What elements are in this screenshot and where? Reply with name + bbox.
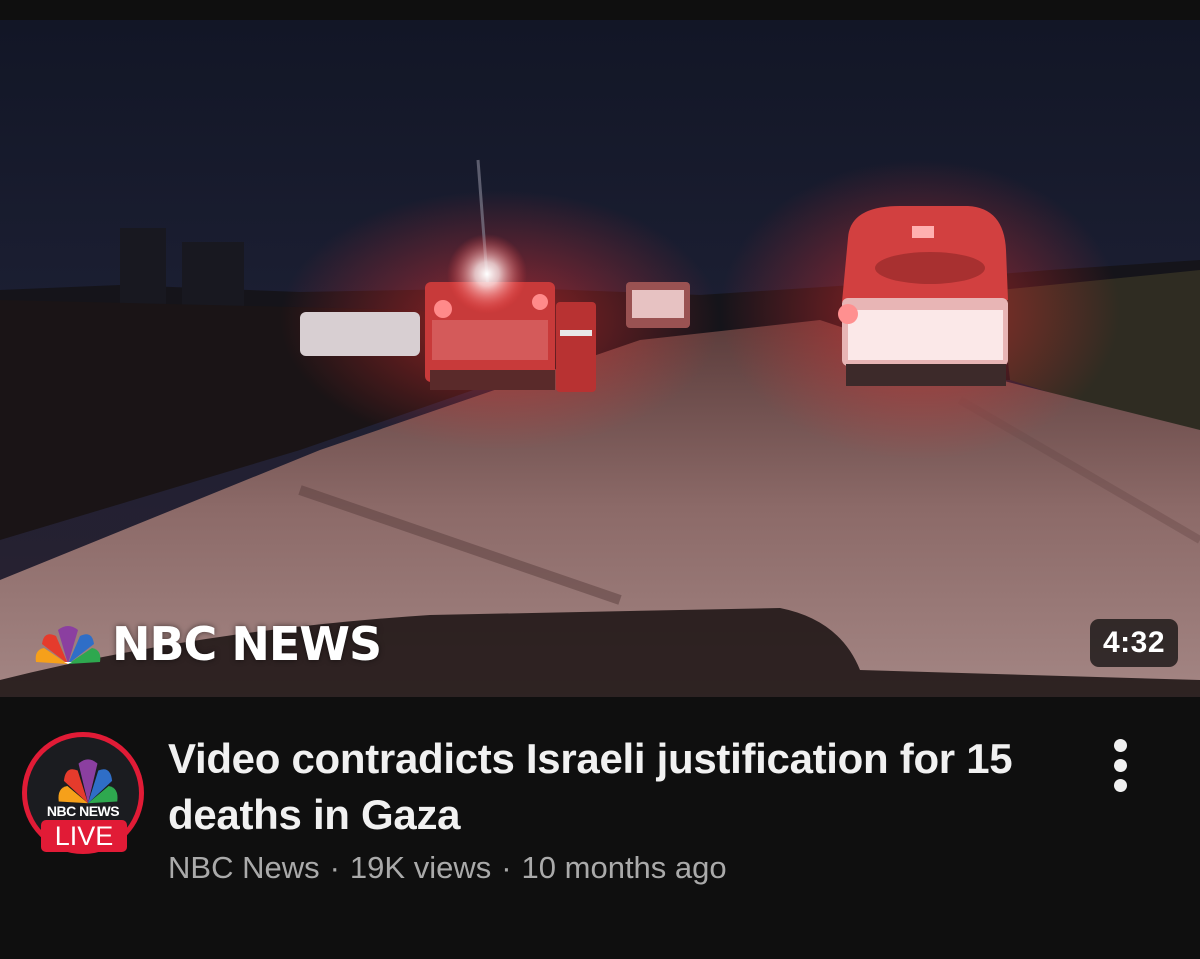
more-vert-icon <box>1114 739 1127 752</box>
video-duration-badge: 4:32 <box>1089 619 1178 667</box>
nbc-news-wordmark: NBC NEWS <box>112 617 382 671</box>
status-bar-strip <box>0 0 1200 20</box>
live-badge: LIVE <box>41 820 127 852</box>
nbc-peacock-icon <box>58 759 118 804</box>
more-vert-icon <box>1114 779 1127 792</box>
video-title[interactable]: Video contradicts Israeli justification … <box>168 731 1048 843</box>
nbc-news-watermark: NBC NEWS <box>32 617 382 671</box>
video-subline: NBC News · 19K views · 10 months ago <box>168 850 727 886</box>
view-count: 19K views <box>349 850 492 885</box>
more-options-button[interactable] <box>1100 737 1142 793</box>
channel-avatar[interactable]: NBC NEWS LIVE <box>22 732 144 854</box>
avatar-channel-text: NBC NEWS <box>46 803 120 819</box>
more-vert-icon <box>1114 759 1127 772</box>
upload-age: 10 months ago <box>521 850 727 885</box>
separator-dot: · <box>501 850 512 885</box>
channel-name[interactable]: NBC News <box>168 850 320 885</box>
video-thumbnail[interactable]: NBC NEWS 4:32 <box>0 20 1200 697</box>
nbc-peacock-icon <box>35 626 101 664</box>
thumbnail-image <box>0 20 1200 697</box>
separator-dot: · <box>329 850 340 885</box>
video-metadata: NBC NEWS LIVE Video contradicts Israeli … <box>0 697 1200 959</box>
